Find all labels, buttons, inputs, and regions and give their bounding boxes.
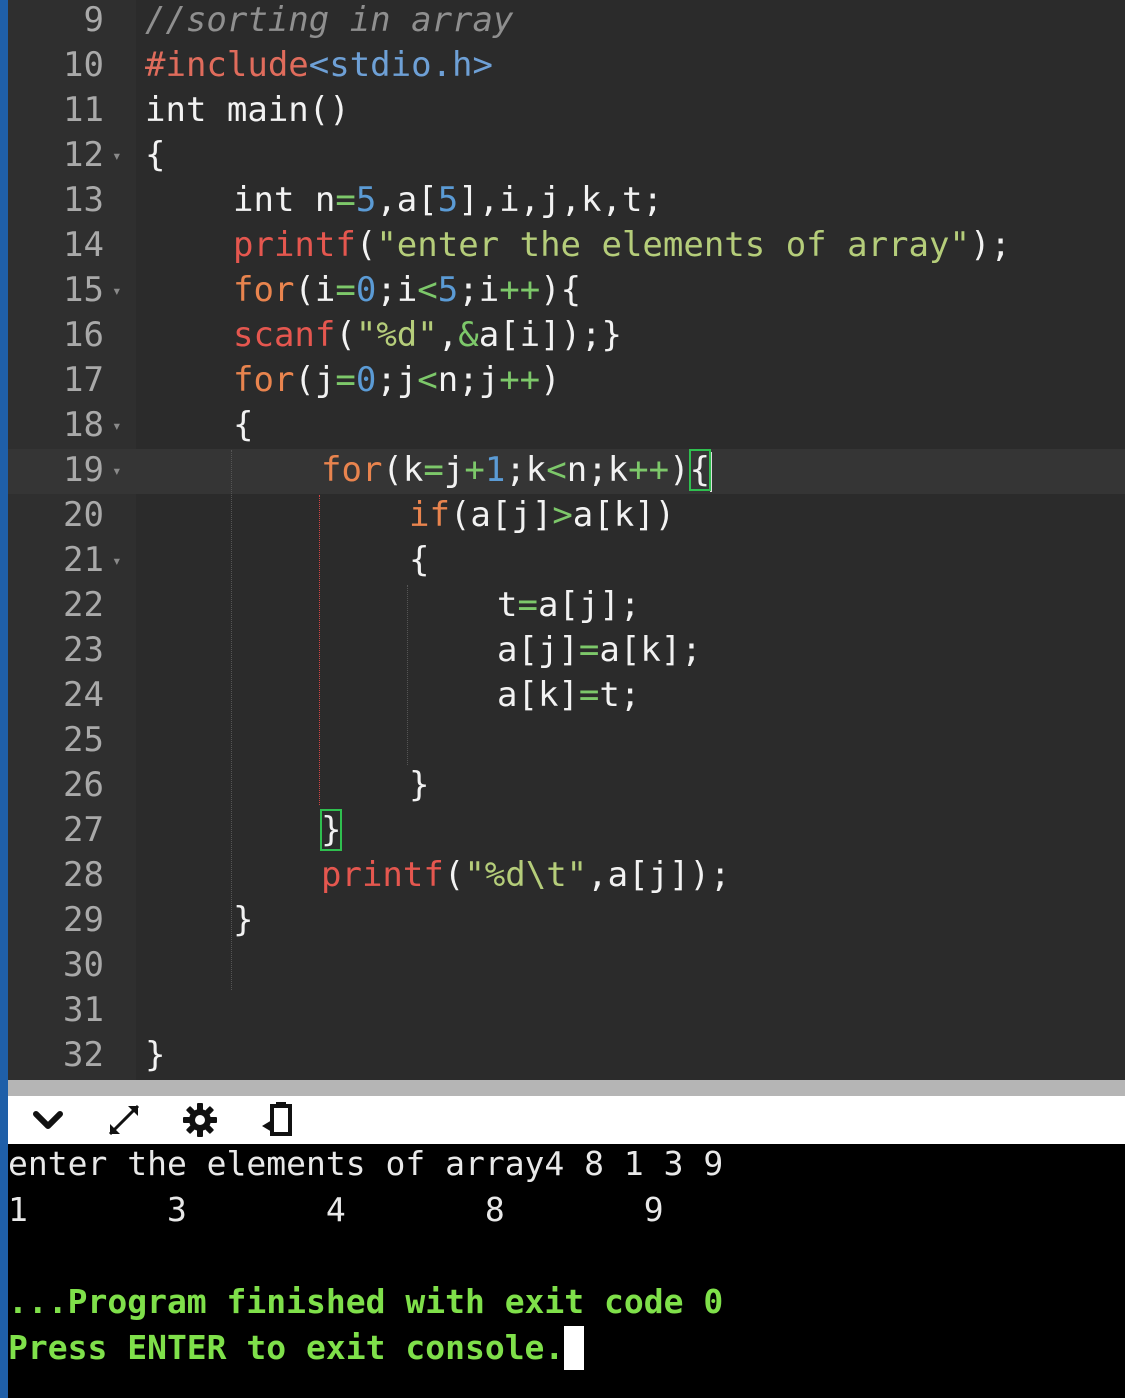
line-number[interactable]: 29 (8, 898, 104, 943)
line-number[interactable]: 27 (8, 808, 104, 853)
code-text: { (145, 135, 166, 175)
window-edge-strip (0, 0, 8, 1398)
text-caret (710, 451, 713, 492)
code-line-13[interactable]: int n=5,a[5],i,j,k,t; (233, 178, 663, 223)
line-number[interactable]: 32 (8, 1033, 104, 1078)
console-status-line: ...Program finished with exit code 0 (8, 1282, 724, 1321)
code-line-10[interactable]: #include<stdio.h> (145, 43, 493, 88)
line-number-row: 31 (0, 988, 1125, 1033)
code-line-15[interactable]: for(i=0;i<5;i++){ (233, 268, 581, 313)
code-line-26[interactable]: } (409, 763, 429, 808)
line-number[interactable]: 9 (8, 0, 104, 43)
share-icon[interactable] (256, 1100, 296, 1140)
console-toolbar (8, 1096, 1125, 1144)
console-cursor (564, 1326, 585, 1370)
code-line-14[interactable]: printf("enter the elements of array"); (233, 223, 1011, 268)
line-number-row: 25 (0, 718, 1125, 763)
code-line-28[interactable]: printf("%d\t",a[j]); (321, 853, 730, 898)
include-path: <stdio.h> (308, 45, 493, 85)
line-number[interactable]: 15 (8, 268, 104, 313)
line-number-row: 27 (0, 808, 1125, 853)
line-number-row: 32 (0, 1033, 1125, 1078)
code-line-11[interactable]: int main() (145, 88, 350, 133)
preprocessor: #include (145, 45, 309, 85)
code-line-24[interactable]: a[k]=t; (497, 673, 640, 718)
code-line-22[interactable]: t=a[j]; (497, 583, 640, 628)
console-line: enter the elements of array4 8 1 3 9 (8, 1144, 724, 1183)
line-number[interactable]: 11 (8, 88, 104, 133)
code-line-20[interactable]: if(a[j]>a[k]) (409, 493, 675, 538)
line-number[interactable]: 26 (8, 763, 104, 808)
line-number[interactable]: 17 (8, 358, 104, 403)
line-number[interactable]: 28 (8, 853, 104, 898)
line-number-row: 18 ▾ (0, 403, 1125, 448)
line-number[interactable]: 31 (8, 988, 104, 1033)
fold-toggle-icon[interactable]: ▾ (112, 403, 122, 448)
code-line-32[interactable]: } (145, 1033, 165, 1078)
line-number[interactable]: 25 (8, 718, 104, 763)
matched-bracket: { (688, 449, 712, 491)
line-number[interactable]: 21 (8, 538, 104, 583)
code-line-23[interactable]: a[j]=a[k]; (497, 628, 702, 673)
code-line-19[interactable]: for(k=j+1;k<n;k++){ (321, 448, 713, 493)
line-number-row: 29 (0, 898, 1125, 943)
line-number[interactable]: 13 (8, 178, 104, 223)
gear-icon[interactable] (180, 1100, 220, 1140)
line-number[interactable]: 23 (8, 628, 104, 673)
code-text: int main() (145, 90, 350, 130)
code-line-21[interactable]: { (409, 538, 429, 583)
line-number[interactable]: 10 (8, 43, 104, 88)
code-line-12[interactable]: { (145, 133, 165, 178)
line-number[interactable]: 30 (8, 943, 104, 988)
code-line-17[interactable]: for(j=0;j<n;j++) (233, 358, 561, 403)
fold-toggle-icon[interactable]: ▾ (112, 133, 122, 178)
line-number-row: 21 ▾ (0, 538, 1125, 583)
code-line-9[interactable]: //sorting in array (145, 0, 513, 43)
matched-bracket: } (319, 809, 343, 851)
fold-toggle-icon[interactable]: ▾ (112, 538, 122, 583)
line-number[interactable]: 18 (8, 403, 104, 448)
line-number-row: 17 (0, 358, 1125, 403)
line-number[interactable]: 24 (8, 673, 104, 718)
line-number[interactable]: 16 (8, 313, 104, 358)
console-prompt-text: Press ENTER to exit console. (8, 1328, 565, 1367)
line-number[interactable]: 20 (8, 493, 104, 538)
code-line-18[interactable]: { (233, 403, 253, 448)
line-number-row: 30 (0, 943, 1125, 988)
line-number[interactable]: 19 (8, 448, 104, 493)
panel-splitter[interactable] (8, 1080, 1125, 1096)
code-line-16[interactable]: scanf("%d",&a[i]);} (233, 313, 622, 358)
code-line-27[interactable]: } (319, 808, 343, 853)
console-line: 1 3 4 8 9 (8, 1190, 664, 1229)
console-output[interactable]: enter the elements of array4 8 1 3 9 1 3… (8, 1144, 1125, 1398)
line-number-row: 26 (0, 763, 1125, 808)
fold-toggle-icon[interactable]: ▾ (112, 448, 122, 493)
line-number[interactable]: 12 (8, 133, 104, 178)
line-number[interactable]: 22 (8, 583, 104, 628)
code-line-29[interactable]: } (233, 898, 253, 943)
console-prompt-line: Press ENTER to exit console. (8, 1325, 585, 1371)
line-number-row: 12 ▾ (0, 133, 1125, 178)
chevron-down-icon[interactable] (28, 1100, 68, 1140)
fold-toggle-icon[interactable]: ▾ (112, 268, 122, 313)
comment: //sorting in array (145, 0, 514, 40)
code-editor[interactable]: 9 10 11 12 ▾ 13 14 15 ▾ 16 17 18 ▾ 19 ▾ 20 21 ▾ 22 23 24 25 26… (0, 0, 1125, 1080)
expand-icon[interactable] (104, 1100, 144, 1140)
line-number[interactable]: 14 (8, 223, 104, 268)
